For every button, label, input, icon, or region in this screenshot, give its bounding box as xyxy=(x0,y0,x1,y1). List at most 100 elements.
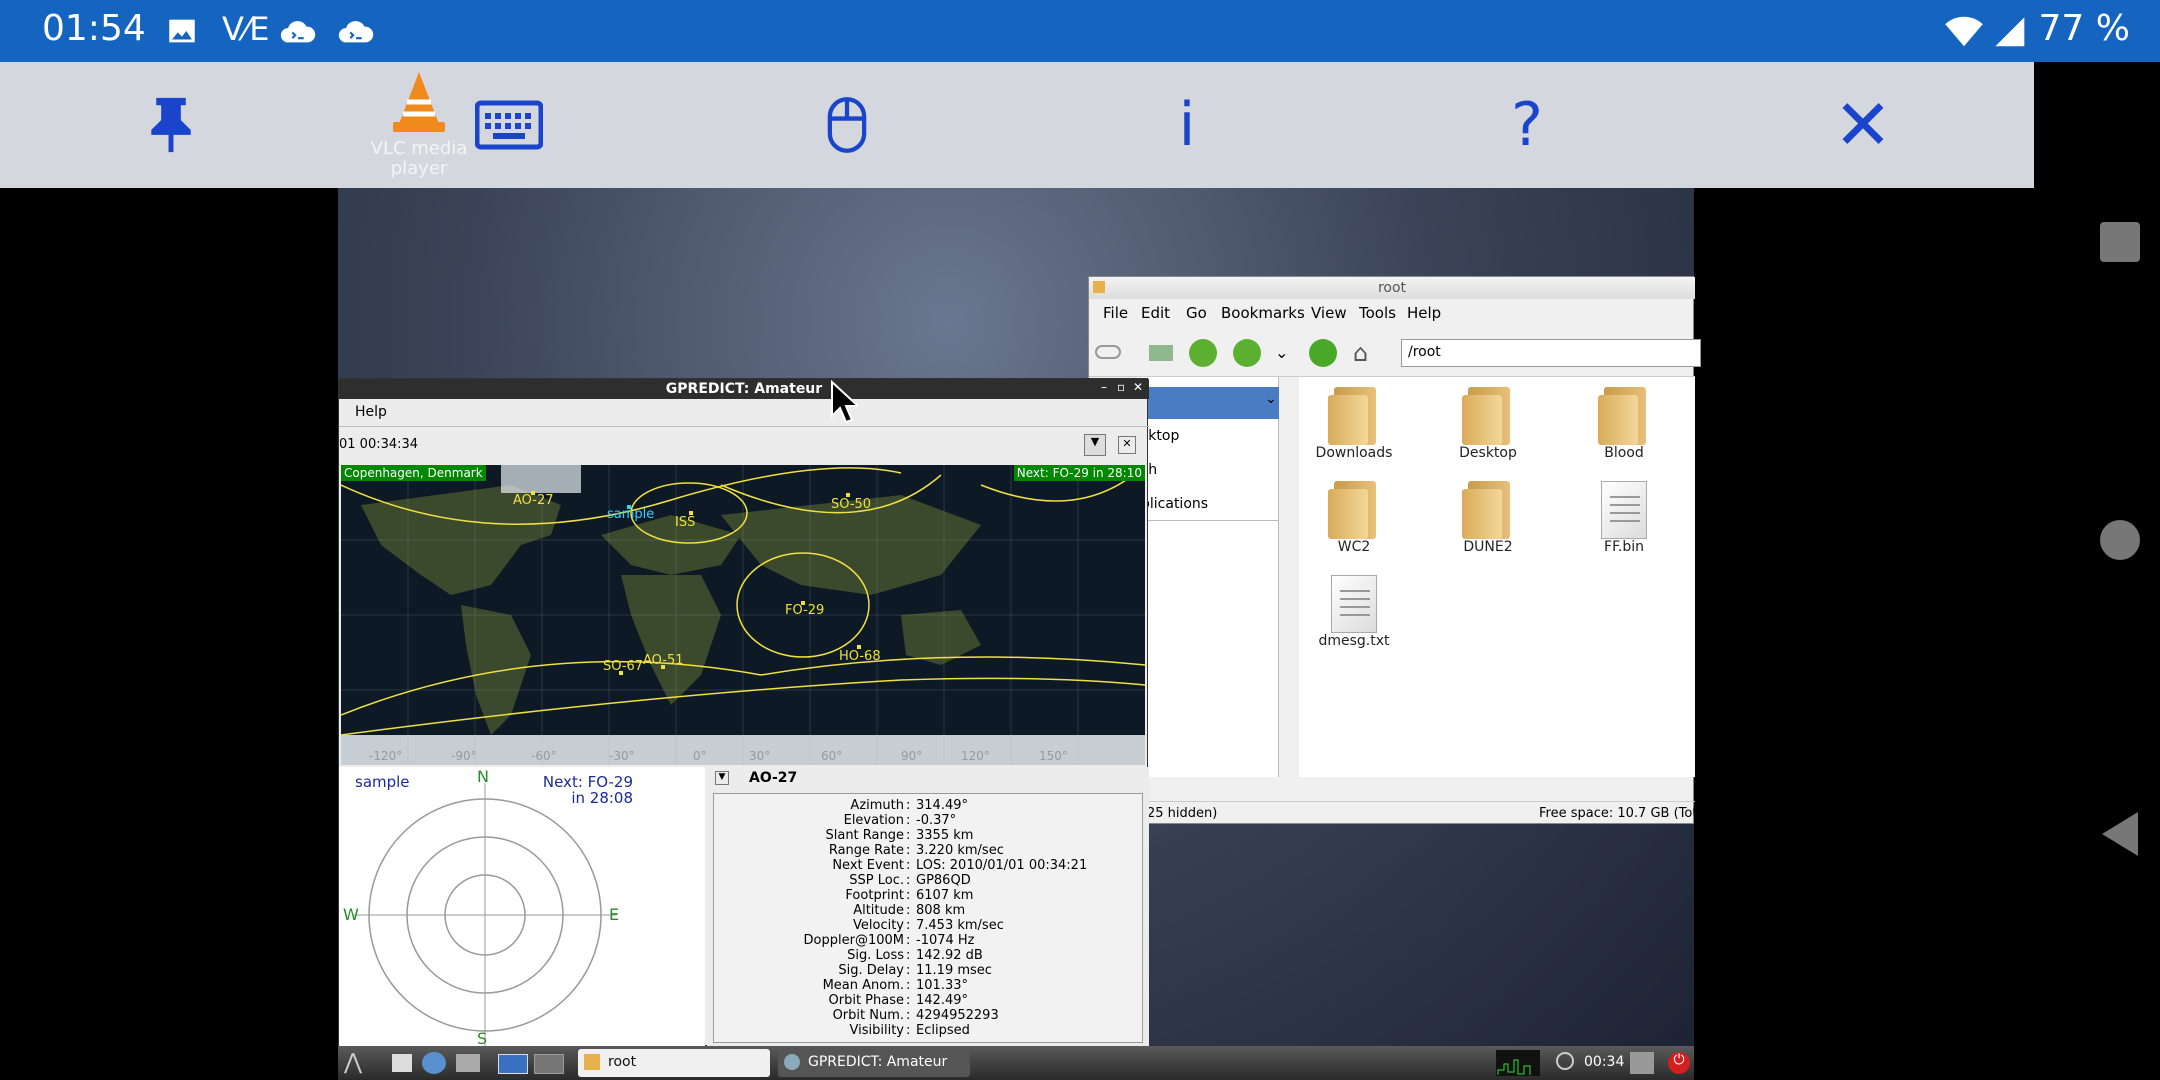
menu-view[interactable]: View xyxy=(1311,304,1347,322)
sat-label[interactable]: SO-67 xyxy=(603,659,643,674)
power-icon[interactable]: ⏻ xyxy=(1668,1052,1690,1074)
info-row: Footprint:6107 km xyxy=(845,888,974,903)
tick-label: 120° xyxy=(961,749,990,763)
tick-label: 60° xyxy=(821,749,843,763)
close-icon[interactable]: ✕ xyxy=(1133,380,1143,394)
world-map-svg xyxy=(340,464,1146,765)
file-item-dune2[interactable]: DUNE2 xyxy=(1433,471,1543,571)
file-item-blood[interactable]: Blood xyxy=(1569,377,1679,477)
sidebar-item-trash[interactable]: sh xyxy=(1137,455,1279,487)
sat-select-button[interactable]: ▼ xyxy=(715,771,729,785)
up-icon[interactable] xyxy=(1309,339,1337,367)
info-row: Azimuth:314.49° xyxy=(850,798,968,813)
mouse-button[interactable] xyxy=(802,80,892,170)
battery-level: 77 % xyxy=(2038,8,2130,49)
help-button[interactable]: ? xyxy=(1482,80,1572,170)
menu-edit[interactable]: Edit xyxy=(1141,304,1170,322)
home-icon[interactable]: ⌂ xyxy=(1353,339,1368,367)
compass-w: W xyxy=(343,905,359,924)
sidebar-item-desktop[interactable]: sktop xyxy=(1137,421,1279,453)
polar-plot[interactable]: sample Next: FO-29 in 28:08 N S W E xyxy=(339,767,705,1048)
key-icon[interactable] xyxy=(1095,345,1121,359)
path-input[interactable]: /root xyxy=(1401,339,1701,367)
vlc-cone-icon xyxy=(393,72,445,132)
selected-satellite: AO-27 xyxy=(749,770,798,786)
station-label: sample xyxy=(607,507,655,522)
folder-icon xyxy=(1462,481,1514,539)
windows-icon[interactable] xyxy=(456,1054,480,1072)
new-tab-icon[interactable] xyxy=(1149,345,1173,361)
document-icon xyxy=(1331,575,1377,633)
world-map[interactable]: Copenhagen, Denmark Next: FO-29 in 28:10… xyxy=(340,464,1146,765)
tick-label: 150° xyxy=(1039,749,1068,763)
recents-button[interactable] xyxy=(2100,222,2140,262)
minimize-icon[interactable]: – xyxy=(1101,380,1107,394)
gpredict-menubar: Help xyxy=(339,399,1149,427)
file-item-ff-bin[interactable]: FF.bin xyxy=(1569,471,1679,571)
vlc-label: VLC media player xyxy=(370,138,468,179)
taskbar: ⋀ root GPREDICT: Amateur 00:34 ⏻ xyxy=(338,1046,1694,1080)
sidebar-item-home[interactable]: t xyxy=(1137,387,1279,419)
info-row: Visibility: Eclipsed xyxy=(849,1023,970,1038)
browser-launcher-icon[interactable] xyxy=(422,1052,446,1074)
station-name: sample xyxy=(355,773,410,791)
task-root[interactable]: root xyxy=(578,1049,770,1077)
start-menu-icon[interactable]: ⋀ xyxy=(344,1050,378,1076)
task-gpredict[interactable]: GPREDICT: Amateur xyxy=(778,1049,970,1077)
screen-icon[interactable] xyxy=(1630,1052,1654,1074)
file-item-wc2[interactable]: WC2 xyxy=(1299,471,1409,571)
sidebar-item-applications[interactable]: plications xyxy=(1137,489,1279,521)
file-grid: Downloads Desktop Blood WC2 DUNE2 FF.bin… xyxy=(1299,377,1695,777)
menu-help[interactable]: Help xyxy=(1407,304,1441,322)
menu-tools[interactable]: Tools xyxy=(1359,304,1396,322)
module-options-button[interactable]: ▼ xyxy=(1084,434,1106,456)
desktop-pager-icon[interactable] xyxy=(498,1054,528,1074)
volte-icon: V⁄E xyxy=(222,10,270,48)
search-icon[interactable] xyxy=(1556,1052,1574,1070)
polar-grid xyxy=(353,783,617,1047)
home-button[interactable] xyxy=(2100,520,2140,560)
file-item-dmesg[interactable]: dmesg.txt xyxy=(1299,565,1409,665)
keyboard-button[interactable] xyxy=(464,80,554,170)
vlc-desktop-shortcut[interactable]: VLC media player xyxy=(366,70,472,186)
info-button[interactable]: i xyxy=(1142,80,1232,170)
terminal-launcher-icon[interactable] xyxy=(392,1054,412,1072)
forward-icon[interactable] xyxy=(1233,339,1261,367)
menu-help[interactable]: Help xyxy=(355,404,387,420)
tick-label: 0° xyxy=(693,749,707,763)
chevron-down-icon[interactable]: ⌄ xyxy=(1265,391,1277,407)
close-button[interactable]: ✕ xyxy=(1818,80,1908,170)
keyboard-icon xyxy=(475,100,543,150)
taskbar-clock: 00:34 xyxy=(1584,1054,1625,1070)
file-item-downloads[interactable]: Downloads xyxy=(1299,377,1409,477)
info-row: SSP Loc.: GP86QD xyxy=(849,873,971,888)
info-icon: i xyxy=(1178,90,1196,160)
menu-file[interactable]: File xyxy=(1103,304,1128,322)
sat-label[interactable]: ISS xyxy=(675,515,695,530)
maximize-icon[interactable]: ▫ xyxy=(1117,380,1125,394)
sat-label[interactable]: AO-27 xyxy=(513,493,554,508)
wifi-icon xyxy=(1945,16,1983,47)
tick-label: 30° xyxy=(749,749,771,763)
next-pass-line2: in 28:08 xyxy=(571,789,633,807)
pin-button[interactable] xyxy=(126,80,216,170)
satellite-info-panel: ▼ AO-27 Azimuth:314.49° Elevation: -0.37°… xyxy=(707,767,1149,1047)
sat-label[interactable]: SO-50 xyxy=(831,497,871,512)
desktop-pager-icon[interactable] xyxy=(534,1054,564,1074)
chevron-down-icon[interactable]: ⌄ xyxy=(1275,343,1288,362)
folder-icon xyxy=(1462,387,1514,445)
info-row: Elevation: -0.37° xyxy=(843,813,957,828)
menu-go[interactable]: Go xyxy=(1186,304,1207,322)
module-close-button[interactable]: ✕ xyxy=(1118,436,1136,454)
sat-label[interactable]: HO-68 xyxy=(839,649,881,664)
folder-icon xyxy=(1093,281,1105,293)
cloud-terminal-icon xyxy=(280,21,316,43)
file-item-desktop[interactable]: Desktop xyxy=(1433,377,1543,477)
sat-label[interactable]: AO-51 xyxy=(643,653,684,668)
gpredict-title: GPREDICT: Amateur xyxy=(339,379,1149,399)
menu-bookmarks[interactable]: Bookmarks xyxy=(1221,304,1305,322)
sat-label[interactable]: FO-29 xyxy=(785,603,824,618)
back-icon[interactable] xyxy=(1189,339,1217,367)
back-button[interactable] xyxy=(2098,810,2142,858)
close-icon: ✕ xyxy=(1833,84,1893,166)
